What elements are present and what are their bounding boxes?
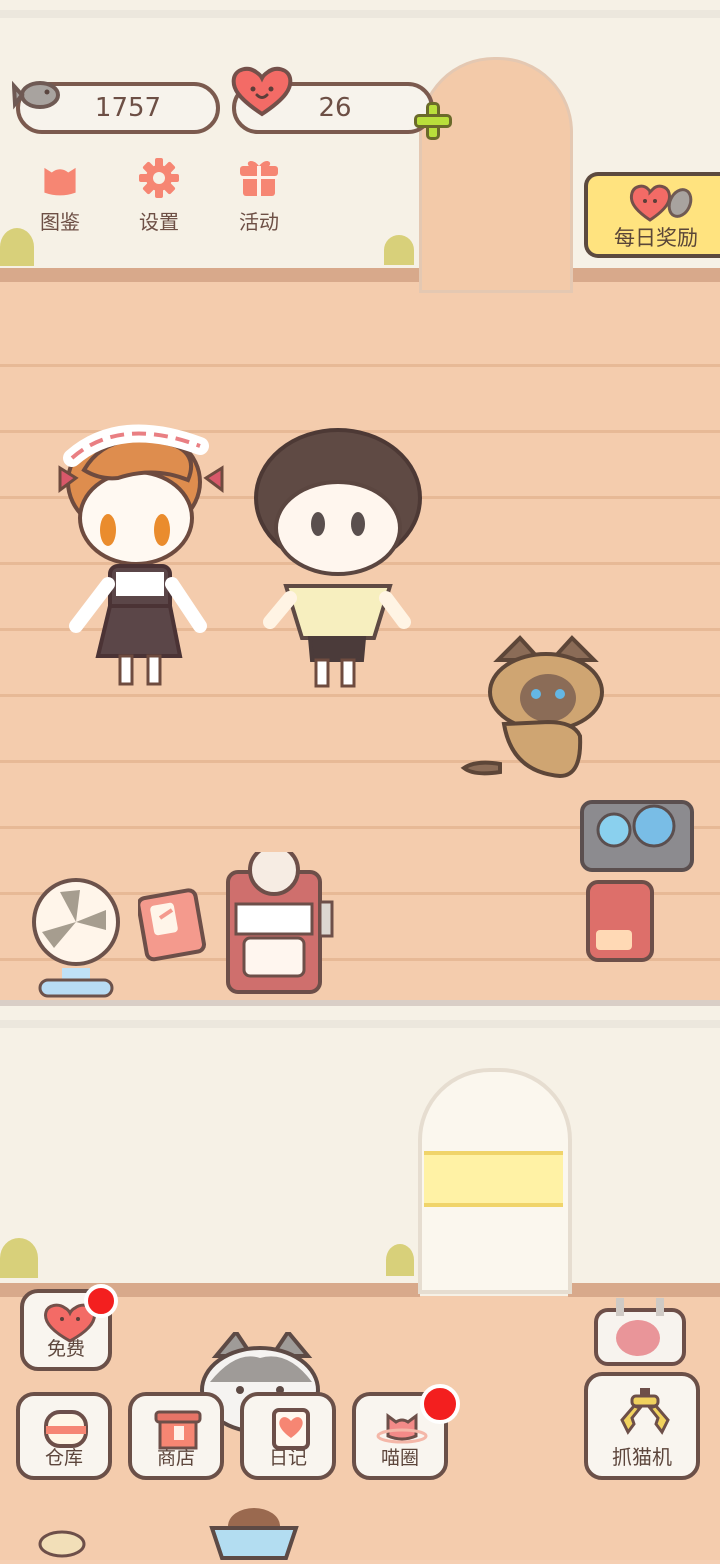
gift-icon — [237, 156, 281, 200]
siamese-cat[interactable] — [456, 634, 620, 794]
collection-button[interactable]: 图鉴 — [20, 156, 100, 242]
heart-fish-icon — [628, 182, 700, 226]
lower-room-trim — [0, 1020, 720, 1028]
heart-icon — [228, 64, 296, 120]
upper-doorway — [419, 57, 573, 293]
decor-grass-lower-center — [386, 1244, 414, 1276]
upper-room-trim — [0, 10, 720, 18]
maid-character[interactable] — [50, 406, 230, 696]
settings-label: 设置 — [139, 210, 179, 234]
notification-dot — [84, 1284, 118, 1318]
heart-count: 26 — [318, 93, 352, 123]
fish-icon — [12, 68, 68, 124]
gear-icon — [137, 156, 181, 200]
claw-icon — [616, 1388, 674, 1442]
shop-icon — [154, 1408, 202, 1450]
upper-room-ledge-left — [0, 268, 420, 282]
curtain-band — [424, 1151, 563, 1207]
claw-machine-button[interactable]: 抓猫机 — [584, 1372, 700, 1480]
collection-label: 图鉴 — [40, 210, 80, 234]
daily-reward-label: 每日奖励 — [614, 226, 698, 250]
ice-machine[interactable] — [216, 844, 348, 996]
shop-button[interactable]: 商店 — [128, 1392, 224, 1480]
settings-button[interactable]: 设置 — [119, 156, 199, 242]
food-bowl[interactable] — [208, 1500, 300, 1560]
warehouse-button[interactable]: 仓库 — [16, 1392, 112, 1480]
events-button[interactable]: 活动 — [219, 156, 299, 242]
upper-room-ledge-right — [568, 268, 720, 282]
cat-planet-icon — [376, 1408, 428, 1450]
small-jar — [34, 1530, 90, 1560]
decor-grass-lower-left — [0, 1238, 38, 1278]
daily-reward-banner[interactable]: 每日奖励 — [584, 172, 720, 258]
diary-button[interactable]: 日记 — [240, 1392, 336, 1480]
girl-character[interactable] — [246, 426, 430, 696]
cat-head-icon — [38, 156, 82, 200]
claw-machine-label: 抓猫机 — [612, 1445, 672, 1469]
add-hearts-button[interactable] — [414, 102, 452, 140]
fish-count: 1757 — [94, 93, 162, 123]
floor-plank-line — [0, 364, 720, 367]
electric-fan[interactable] — [22, 874, 130, 1002]
events-label: 活动 — [239, 210, 279, 234]
diary-icon — [268, 1408, 314, 1450]
lower-room-wall — [0, 1006, 720, 1296]
notification-dot — [420, 1384, 460, 1424]
box-icon — [42, 1408, 90, 1450]
claw-machine-top — [594, 1288, 690, 1366]
notebook[interactable] — [136, 884, 210, 962]
decor-grass-center — [384, 235, 414, 265]
stove-and-fridge[interactable] — [580, 796, 710, 966]
